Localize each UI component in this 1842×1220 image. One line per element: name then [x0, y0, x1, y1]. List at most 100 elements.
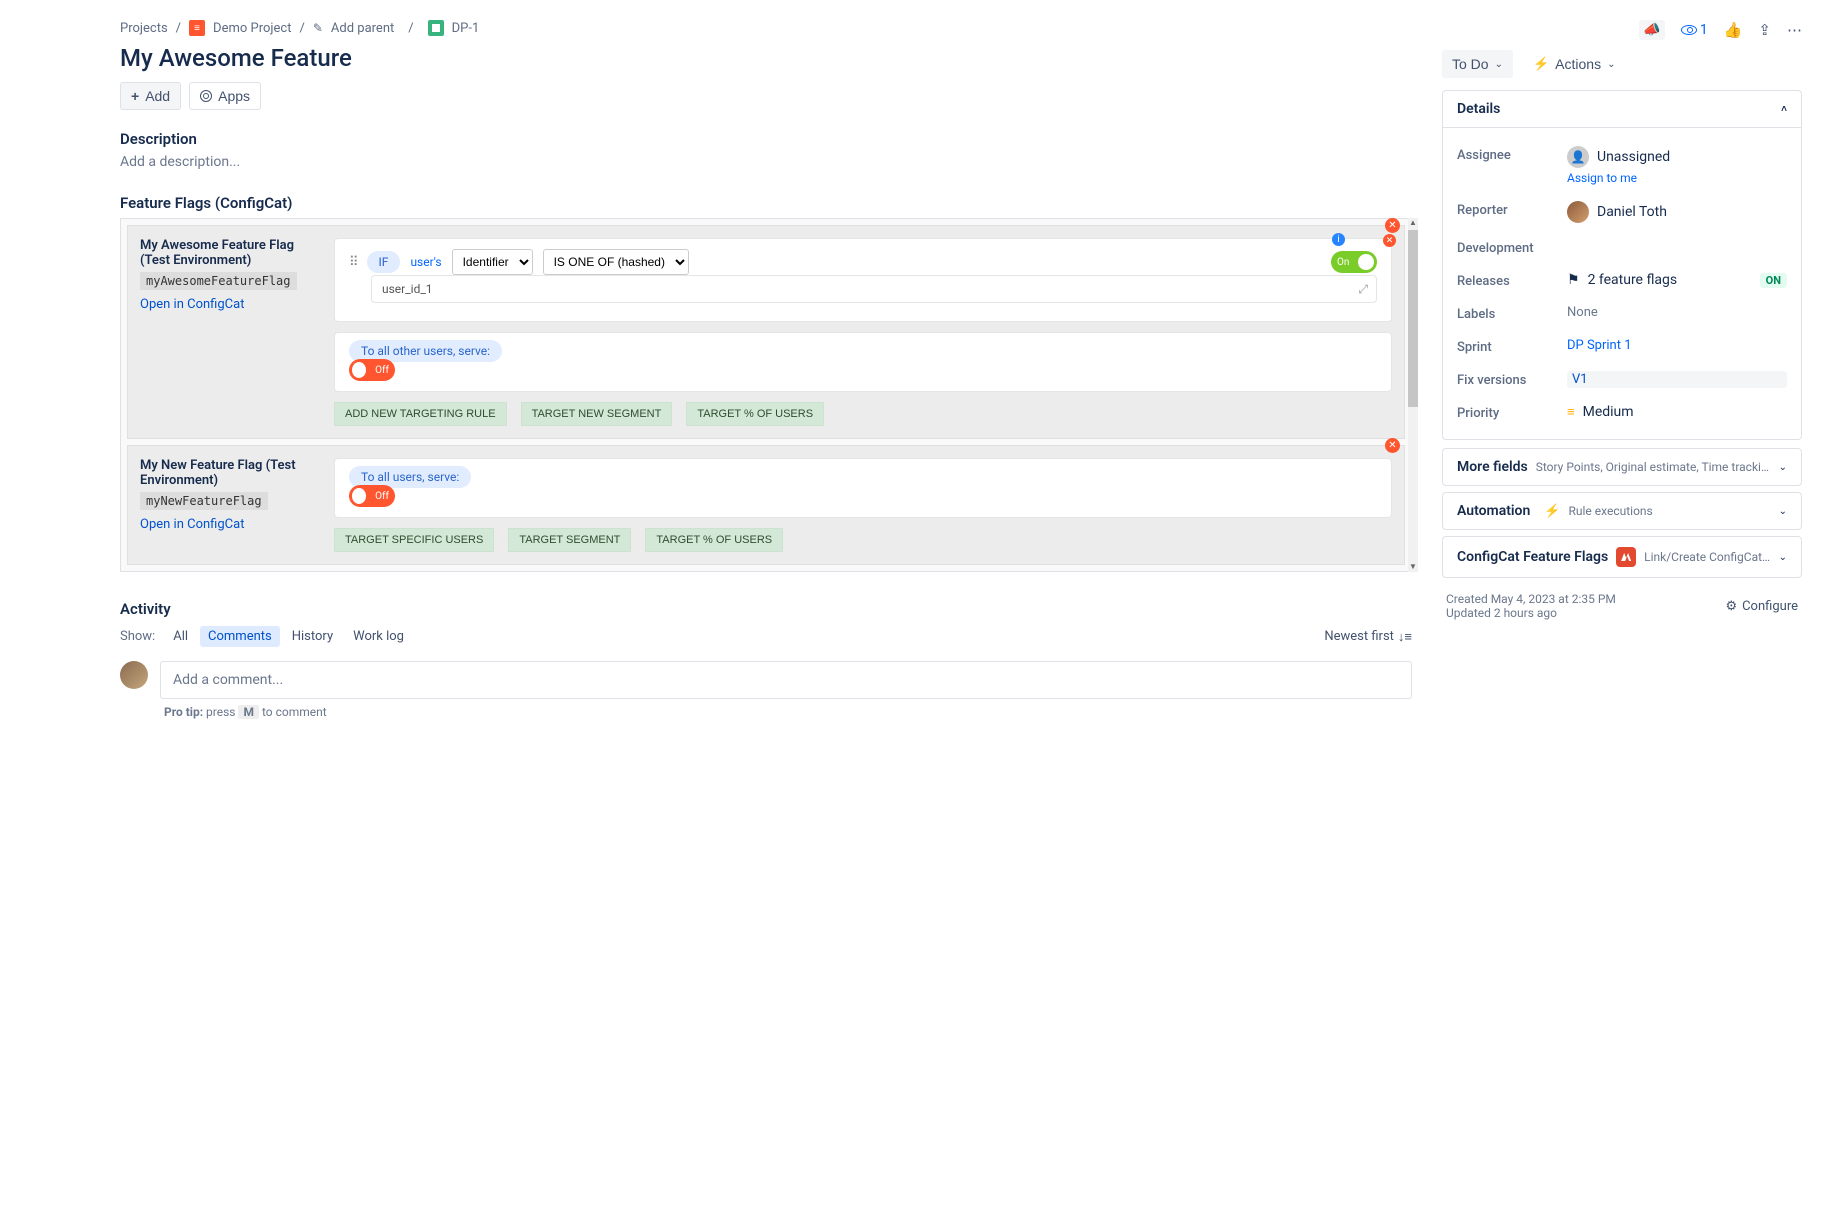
releases-label: Releases — [1457, 272, 1567, 289]
reporter-label: Reporter — [1457, 201, 1567, 218]
open-in-configcat-link[interactable]: Open in ConfigCat — [140, 517, 244, 532]
scroll-down-icon[interactable]: ▼ — [1408, 562, 1418, 572]
watch-button[interactable]: 1 — [1681, 22, 1708, 38]
if-label: IF — [367, 251, 401, 273]
created-timestamp: Created May 4, 2023 at 2:35 PM — [1446, 592, 1616, 606]
expand-icon[interactable]: ⤢ — [1358, 282, 1368, 297]
flag-icon: ⚑ — [1567, 272, 1580, 288]
remove-rule-button[interactable]: ✕ — [1383, 234, 1396, 247]
vote-icon[interactable]: 👍 — [1724, 21, 1743, 39]
avatar-icon — [1567, 201, 1589, 223]
rule-value-input[interactable]: user_id_1 ⤢ — [371, 275, 1377, 303]
flag-title: My Awesome Feature Flag (Test Environmen… — [140, 238, 320, 268]
priority-medium-icon: ≡ — [1567, 404, 1575, 420]
breadcrumb-projects[interactable]: Projects — [120, 21, 168, 36]
bolt-icon: ⚡ — [1544, 504, 1560, 519]
pro-tip: Pro tip: press M to comment — [164, 705, 1412, 719]
sprint-value[interactable]: DP Sprint 1 — [1567, 338, 1787, 353]
feedback-icon[interactable]: 📣 — [1639, 20, 1664, 40]
add-button[interactable]: + Add — [120, 82, 181, 110]
scroll-up-icon[interactable]: ▲ — [1408, 218, 1418, 228]
target-segment-button[interactable]: TARGET SEGMENT — [508, 528, 631, 552]
assign-to-me-link[interactable]: Assign to me — [1567, 171, 1787, 185]
chevron-down-icon: ⌄ — [1607, 59, 1615, 70]
assignee-label: Assignee — [1457, 146, 1567, 163]
actions-dropdown[interactable]: ⚡ Actions ⌄ — [1527, 55, 1622, 73]
flag-title: My New Feature Flag (Test Environment) — [140, 458, 320, 488]
gear-icon: ⚙ — [1725, 599, 1737, 614]
share-icon[interactable]: ⇪ — [1758, 21, 1771, 39]
flag-key: myAwesomeFeatureFlag — [140, 272, 297, 290]
default-rule: To all other users, serve: Off — [334, 332, 1392, 392]
issue-title[interactable]: My Awesome Feature — [120, 44, 1412, 72]
priority-label: Priority — [1457, 404, 1567, 421]
user-avatar — [120, 661, 148, 689]
default-value-toggle[interactable]: Off — [349, 359, 395, 381]
sort-icon: ↓≡ — [1398, 629, 1412, 645]
rule-value-toggle[interactable]: On — [1331, 251, 1377, 273]
feature-flags-heading: Feature Flags (ConfigCat) — [120, 194, 1412, 212]
more-actions-icon[interactable]: ⋯ — [1787, 21, 1802, 39]
chevron-down-icon: ⌄ — [1779, 506, 1787, 517]
apps-button[interactable]: Apps — [189, 82, 261, 110]
target-percent-button[interactable]: TARGET % OF USERS — [686, 402, 824, 426]
details-panel-header[interactable]: Details ˄ — [1443, 91, 1801, 128]
automation-panel[interactable]: Automation ⚡ Rule executions ⌄ — [1442, 492, 1802, 530]
open-in-configcat-link[interactable]: Open in ConfigCat — [140, 297, 244, 312]
description-input[interactable]: Add a description... — [120, 154, 1412, 170]
feature-flag-card: ✕ My Awesome Feature Flag (Test Environm… — [127, 225, 1405, 439]
tab-history[interactable]: History — [284, 626, 341, 647]
plus-icon: + — [131, 88, 139, 104]
tab-comments[interactable]: Comments — [200, 626, 280, 647]
target-new-segment-button[interactable]: TARGET NEW SEGMENT — [521, 402, 673, 426]
targeting-rule: ✕ i ⠿ IF user's Identifier IS ONE OF (ha… — [334, 238, 1392, 322]
description-heading: Description — [120, 130, 1412, 148]
configcat-panel[interactable]: ConfigCat Feature Flags Link/Create Conf… — [1442, 536, 1802, 578]
target-specific-users-button[interactable]: TARGET SPECIFIC USERS — [334, 528, 494, 552]
app-icon — [200, 90, 212, 102]
releases-value[interactable]: ⚑ 2 feature flags ON — [1567, 272, 1787, 288]
breadcrumb: Projects / ≡ Demo Project / ✎ Add parent… — [120, 20, 1412, 36]
chevron-down-icon: ⌄ — [1779, 462, 1787, 473]
sprint-label: Sprint — [1457, 338, 1567, 355]
configure-button[interactable]: ⚙ Configure — [1725, 599, 1798, 614]
more-fields-panel[interactable]: More fields Story Points, Original estim… — [1442, 448, 1802, 486]
fix-versions-label: Fix versions — [1457, 371, 1567, 388]
breadcrumb-add-parent[interactable]: Add parent — [331, 21, 394, 36]
add-targeting-rule-button[interactable]: ADD NEW TARGETING RULE — [334, 402, 507, 426]
sort-button[interactable]: Newest first ↓≡ — [1324, 629, 1412, 645]
chevron-down-icon: ⌄ — [1495, 59, 1503, 70]
fix-versions-value[interactable]: V1 — [1567, 371, 1787, 388]
updated-timestamp: Updated 2 hours ago — [1446, 606, 1616, 620]
attribute-select[interactable]: Identifier — [452, 249, 533, 275]
releases-on-badge: ON — [1760, 273, 1787, 288]
details-panel: Details ˄ Assignee 👤 Unassigned Assign t… — [1442, 90, 1802, 440]
comparator-select[interactable]: IS ONE OF (hashed) — [543, 249, 689, 275]
tab-worklog[interactable]: Work log — [345, 626, 412, 647]
breadcrumb-project[interactable]: Demo Project — [213, 21, 291, 36]
comment-input[interactable]: Add a comment... — [160, 661, 1412, 699]
chevron-down-icon: ⌄ — [1779, 552, 1787, 563]
target-percent-button[interactable]: TARGET % OF USERS — [645, 528, 783, 552]
drag-handle-icon[interactable]: ⠿ — [349, 255, 357, 270]
unlink-flag-button[interactable]: ✕ — [1385, 438, 1400, 453]
labels-label: Labels — [1457, 305, 1567, 322]
activity-show-label: Show: — [120, 629, 155, 644]
chevron-up-icon: ˄ — [1781, 104, 1787, 115]
flag-key: myNewFeatureFlag — [140, 492, 268, 510]
default-value-toggle[interactable]: Off — [349, 485, 395, 507]
labels-value[interactable]: None — [1567, 305, 1787, 320]
info-icon[interactable]: i — [1332, 233, 1345, 246]
status-dropdown[interactable]: To Do ⌄ — [1442, 50, 1513, 78]
scrollbar[interactable]: ▲ ▼ — [1408, 218, 1418, 572]
breadcrumb-issue-key[interactable]: DP-1 — [452, 21, 480, 36]
reporter-value[interactable]: Daniel Toth — [1567, 201, 1787, 223]
tab-all[interactable]: All — [165, 626, 196, 647]
assignee-value[interactable]: 👤 Unassigned — [1567, 146, 1787, 168]
priority-value[interactable]: ≡ Medium — [1567, 404, 1787, 420]
development-label: Development — [1457, 239, 1567, 256]
scroll-thumb[interactable] — [1408, 230, 1418, 407]
default-rule: To all users, serve: Off — [334, 458, 1392, 518]
unlink-flag-button[interactable]: ✕ — [1385, 218, 1400, 233]
bolt-icon: ⚡ — [1533, 56, 1549, 72]
